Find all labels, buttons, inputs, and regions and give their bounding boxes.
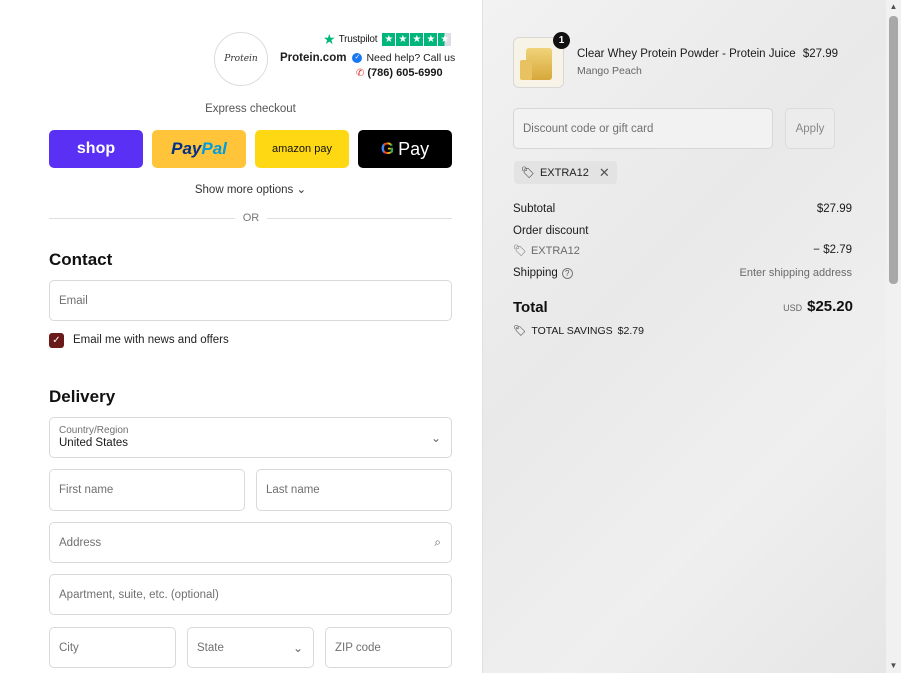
- email-field[interactable]: Email: [49, 280, 452, 321]
- shipping-value: Enter shipping address: [739, 267, 852, 279]
- order-discount-label: Order discount: [513, 225, 589, 237]
- verified-check-icon: ✓: [352, 53, 363, 63]
- brand-name: Protein.com: [280, 52, 347, 64]
- shipping-label: Shipping: [513, 267, 558, 279]
- brand-line: Protein.com ✓ Need help? Call us: [280, 52, 455, 64]
- product-price: $27.99: [802, 48, 838, 60]
- express-checkout-title: Express checkout: [205, 103, 296, 115]
- last-name-placeholder: Last name: [266, 484, 320, 496]
- city-field[interactable]: City: [49, 627, 176, 668]
- product-pouch-image: [520, 60, 532, 80]
- tag-icon: 🏷: [513, 245, 527, 257]
- phone-icon: ✆: [356, 67, 365, 79]
- apply-discount-button[interactable]: Apply: [785, 108, 835, 149]
- zip-placeholder: ZIP code: [335, 641, 381, 654]
- google-pay-button[interactable]: G Pay: [358, 130, 452, 168]
- product-variant: Mango Peach: [577, 65, 642, 77]
- paypal-label-b: Pal: [201, 139, 227, 158]
- applied-code-chip: 🏷 EXTRA12 ✕: [514, 161, 617, 184]
- star-icon: ★: [382, 32, 396, 46]
- product-name: Clear Whey Protein Powder - Protein Juic…: [577, 48, 796, 60]
- phone-number[interactable]: (786) 605-6990: [367, 67, 442, 79]
- zip-field[interactable]: ZIP code: [325, 627, 452, 668]
- country-label: Country/Region: [59, 425, 129, 436]
- shipping-label-row: Shipping ?: [513, 267, 573, 279]
- amazon-pay-label: amazon pay: [272, 143, 332, 155]
- delivery-title: Delivery: [49, 387, 116, 406]
- address-field[interactable]: Address ⌕: [49, 522, 452, 563]
- trustpilot-star-icon: ★: [323, 30, 336, 47]
- first-name-placeholder: First name: [59, 484, 114, 496]
- paypal-label-a: Pay: [171, 139, 202, 158]
- scrollbar-thumb[interactable]: [889, 16, 898, 284]
- shop-pay-button[interactable]: shop: [49, 130, 143, 168]
- contact-title: Contact: [49, 250, 113, 269]
- last-name-field[interactable]: Last name: [256, 469, 452, 511]
- total-value-group: USD $25.20: [783, 298, 853, 315]
- tag-icon: 🏷: [521, 167, 535, 179]
- total-savings: 🏷 TOTAL SAVINGS $2.79: [513, 324, 644, 338]
- star-icon: ★: [410, 32, 424, 46]
- chevron-down-icon: ⌄: [430, 430, 441, 445]
- scroll-down-arrow-icon[interactable]: ▼: [886, 659, 901, 673]
- total-label: Total: [513, 299, 548, 316]
- first-name-field[interactable]: First name: [49, 469, 245, 511]
- discount-placeholder: Discount code or gift card: [523, 122, 654, 135]
- city-placeholder: City: [59, 641, 79, 654]
- discount-code-line: 🏷 EXTRA12: [513, 244, 580, 258]
- discount-code-input[interactable]: Discount code or gift card: [513, 108, 773, 149]
- address-placeholder: Address: [59, 536, 102, 549]
- chevron-down-icon: ⌄: [292, 640, 303, 655]
- newsletter-label[interactable]: Email me with news and offers: [73, 334, 229, 346]
- google-pay-label: Pay: [398, 138, 430, 159]
- country-value: United States: [59, 437, 129, 449]
- discount-code: EXTRA12: [530, 244, 580, 257]
- apartment-placeholder: Apartment, suite, etc. (optional): [59, 588, 219, 601]
- applied-code: EXTRA12: [539, 166, 589, 179]
- search-icon[interactable]: ⌕: [434, 535, 441, 550]
- star-icon: ★: [424, 32, 438, 46]
- star-icon: ★: [396, 32, 410, 46]
- half-star-icon: ★: [438, 32, 452, 46]
- quantity-badge: 1: [553, 32, 570, 49]
- help-icon[interactable]: ?: [561, 267, 573, 279]
- currency-code: USD: [783, 303, 803, 313]
- trustpilot-stars: ★ ★ ★ ★ ★: [382, 32, 452, 46]
- logo-mark: Protein: [224, 54, 258, 64]
- savings-label: TOTAL SAVINGS: [531, 324, 613, 337]
- total-amount: $25.20: [807, 298, 853, 315]
- paypal-button[interactable]: Pay Pal: [152, 130, 246, 168]
- apartment-field[interactable]: Apartment, suite, etc. (optional): [49, 574, 452, 615]
- subtotal-value: $27.99: [816, 203, 852, 215]
- subtotal-label: Subtotal: [513, 203, 556, 215]
- savings-value: $2.79: [617, 324, 644, 337]
- shop-pay-label: shop: [76, 140, 116, 157]
- page-scrollbar[interactable]: ▲ ▼: [886, 0, 901, 673]
- help-text: Need help? Call us: [366, 52, 456, 64]
- trustpilot-badge[interactable]: ★ Trustpilot ★ ★ ★ ★ ★: [323, 30, 452, 47]
- newsletter-checkbox[interactable]: ✓: [49, 333, 64, 348]
- amazon-pay-button[interactable]: amazon pay: [255, 130, 349, 168]
- remove-code-icon[interactable]: ✕: [599, 165, 610, 181]
- trustpilot-label: Trustpilot: [338, 33, 378, 45]
- phone-line[interactable]: ✆ (786) 605-6990: [356, 67, 443, 79]
- savings-tag-icon: 🏷: [513, 325, 527, 337]
- google-g-icon: G: [380, 139, 395, 158]
- discount-value: − $2.79: [813, 244, 852, 256]
- show-more-options-link[interactable]: Show more options ⌄: [49, 182, 452, 196]
- state-select[interactable]: State ⌄: [187, 627, 314, 668]
- state-placeholder: State: [197, 641, 224, 654]
- checkout-form-panel: Protein ★ Trustpilot ★ ★ ★ ★ ★ Protein.c…: [0, 0, 482, 673]
- or-label: OR: [235, 212, 267, 224]
- store-logo[interactable]: Protein: [214, 32, 268, 86]
- scroll-up-arrow-icon[interactable]: ▲: [886, 0, 901, 14]
- email-placeholder: Email: [59, 294, 88, 307]
